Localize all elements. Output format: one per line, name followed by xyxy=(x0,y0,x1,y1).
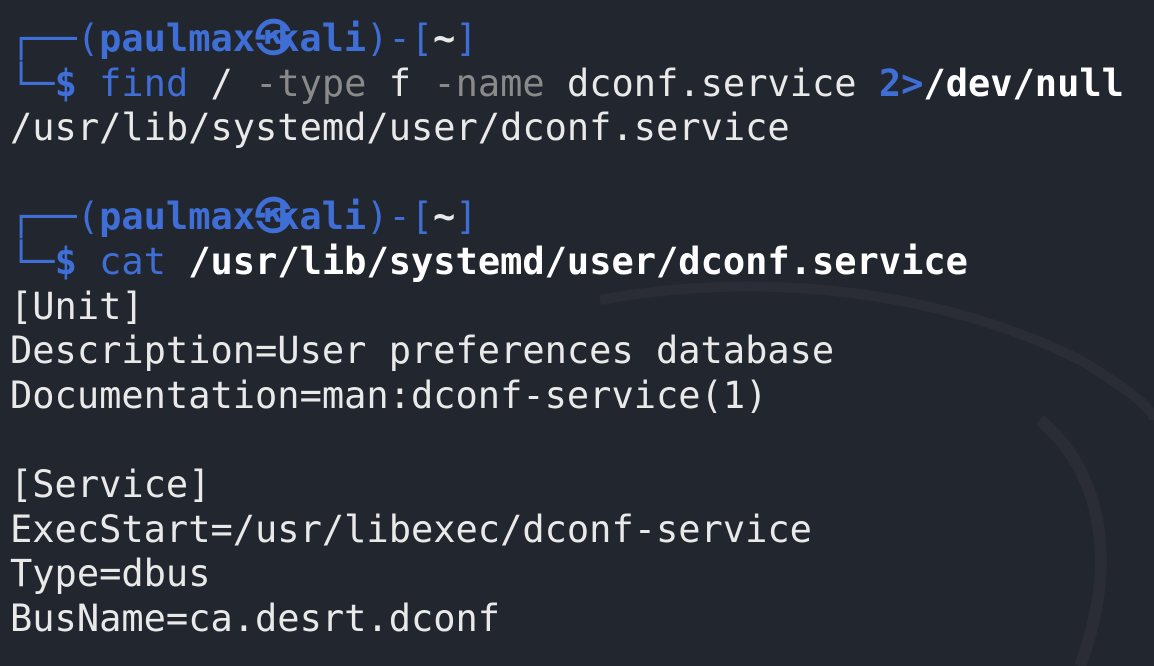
prompt-corner-top: ┌──( xyxy=(10,17,100,60)
command-program: find xyxy=(99,61,189,105)
prompt-symbol: $ xyxy=(54,239,77,283)
command-arg: dconf.service xyxy=(566,61,857,105)
prompt-header: ┌──(paulmax㉿kali)-[~] xyxy=(10,17,1154,62)
prompt-bracket: )-[ xyxy=(366,195,433,239)
output-line: Type=dbus xyxy=(10,552,211,596)
command-option: -name xyxy=(433,61,545,105)
command-program: cat xyxy=(99,239,166,283)
command-line[interactable]: └─$ cat /usr/lib/systemd/user/dconf.serv… xyxy=(10,240,1154,285)
output-line: [Service] xyxy=(10,462,211,506)
command-arg: f xyxy=(388,61,412,105)
output-line: [Unit] xyxy=(10,284,144,328)
kali-at-icon: ㉿ xyxy=(255,195,293,239)
output-line: Documentation=man:dconf-service(1) xyxy=(10,373,768,417)
prompt-bracket-close: ] xyxy=(455,195,478,239)
prompt-symbol: $ xyxy=(54,61,77,105)
command-line[interactable]: └─$ find / -type f -name dconf.service 2… xyxy=(10,62,1154,107)
command-arg: / xyxy=(210,61,233,105)
prompt-bracket-close: ] xyxy=(455,17,478,60)
prompt-bracket: )-[ xyxy=(366,17,433,60)
output-line: BusName=ca.desrt.dconf xyxy=(10,596,501,640)
kali-at-icon: ㉿ xyxy=(255,17,293,60)
prompt-corner-bottom: └─ xyxy=(10,239,55,283)
prompt-dir: ~ xyxy=(432,195,456,239)
prompt-user: paulmax xyxy=(99,195,256,239)
terminal-window[interactable]: ┌──(paulmax㉿kali)-[~] └─$ find / -type f… xyxy=(10,17,1154,641)
command-redirect-target: /dev/null xyxy=(923,61,1124,105)
output-line: /usr/lib/systemd/user/dconf.service xyxy=(10,106,790,150)
output-line: ExecStart=/usr/libexec/dconf-service xyxy=(10,507,812,551)
command-arg: /usr/lib/systemd/user/dconf.service xyxy=(188,239,968,283)
prompt-header: ┌──(paulmax㉿kali)-[~] xyxy=(10,195,1154,240)
command-redirect: 2> xyxy=(878,61,924,105)
prompt-user: paulmax xyxy=(99,17,256,60)
prompt-corner-top: ┌──( xyxy=(10,195,100,239)
prompt-host: kali xyxy=(277,195,367,239)
prompt-host: kali xyxy=(277,17,367,60)
prompt-corner-bottom: └─ xyxy=(10,61,55,105)
prompt-dir: ~ xyxy=(432,17,456,60)
output-line: Description=User preferences database xyxy=(10,329,835,373)
command-option: -type xyxy=(255,61,367,105)
